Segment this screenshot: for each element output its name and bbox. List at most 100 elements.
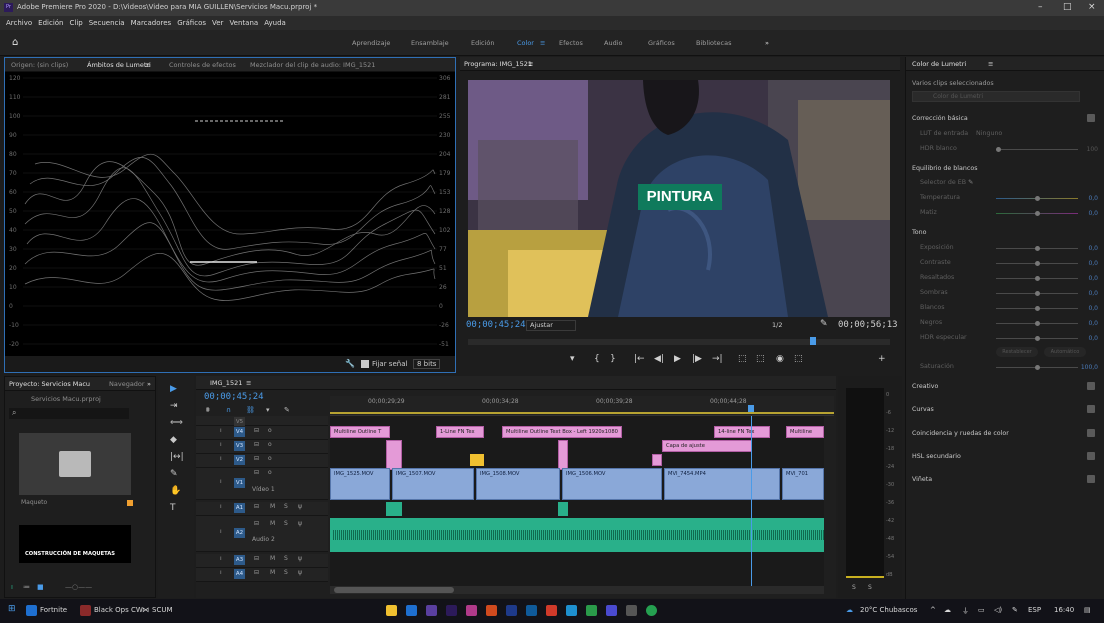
- tone-slider[interactable]: [996, 321, 1078, 326]
- graphic-clip[interactable]: [386, 440, 402, 470]
- saturation-value[interactable]: 100,0: [1081, 364, 1098, 371]
- tab-navegador[interactable]: Navegador: [109, 380, 145, 388]
- icon-view-icon[interactable]: ■: [37, 583, 44, 591]
- mute-button[interactable]: M: [270, 503, 275, 510]
- graphic-clip[interactable]: [470, 454, 484, 466]
- graphic-clip[interactable]: Multiline Outline Text Box - Left 1920x1…: [502, 426, 622, 438]
- video-clip[interactable]: MVI_7454.MP4: [664, 468, 780, 500]
- graphic-clip[interactable]: Multiline Outline T: [330, 426, 390, 438]
- export-frame-button[interactable]: ◉: [776, 354, 784, 364]
- lock-icon[interactable]: ı: [220, 427, 222, 434]
- explorer-icon[interactable]: [386, 605, 397, 616]
- eye-icon[interactable]: o: [268, 427, 272, 434]
- step-forward-button[interactable]: |▶: [692, 354, 702, 364]
- tone-slider-knob[interactable]: [1035, 246, 1040, 251]
- program-current-timecode[interactable]: 00;00;45;24: [466, 320, 526, 330]
- sync-lock-icon[interactable]: ⊟: [254, 455, 259, 462]
- video-clip[interactable]: IMG_1525.MOV: [330, 468, 390, 500]
- indesign-icon[interactable]: [466, 605, 477, 616]
- powerpoint-icon[interactable]: [486, 605, 497, 616]
- curvas-checkbox[interactable]: [1087, 405, 1095, 413]
- tone-value[interactable]: 0,0: [1088, 290, 1098, 297]
- tone-slider-knob[interactable]: [1035, 306, 1040, 311]
- fit-select[interactable]: Ajustar: [526, 320, 576, 331]
- tone-slider[interactable]: [996, 336, 1078, 341]
- work-area-bar[interactable]: [330, 412, 834, 414]
- scum-icon[interactable]: ⋈: [142, 606, 149, 614]
- tone-slider[interactable]: [996, 306, 1078, 311]
- project-search-input[interactable]: ⌕: [9, 408, 129, 419]
- scrollbar-thumb[interactable]: [334, 587, 454, 593]
- tab-source[interactable]: Origen: (sin clips): [11, 61, 68, 69]
- usb-icon[interactable]: ⏚: [962, 606, 969, 616]
- solo-button[interactable]: S: [284, 555, 288, 562]
- tint-slider[interactable]: [996, 211, 1078, 216]
- resolution-select[interactable]: 1/2: [772, 321, 782, 329]
- solo-button[interactable]: S: [284, 520, 288, 527]
- tone-value[interactable]: 0,0: [1088, 320, 1098, 327]
- menu-edicion[interactable]: Edición: [38, 16, 63, 30]
- add-button[interactable]: +: [878, 354, 886, 364]
- lock-icon[interactable]: ı: [220, 441, 222, 448]
- creativo-checkbox[interactable]: [1087, 382, 1095, 390]
- add-marker-icon[interactable]: ▾: [266, 406, 270, 414]
- premiere-taskbar-icon[interactable]: [426, 605, 437, 616]
- fijar-senal-checkbox[interactable]: [361, 360, 369, 368]
- solo-right-button[interactable]: S: [868, 584, 872, 591]
- minimize-button[interactable]: –: [1038, 2, 1043, 12]
- solo-button[interactable]: S: [284, 503, 288, 510]
- bin-name[interactable]: Maqueto: [21, 499, 47, 506]
- fortnite-icon[interactable]: [26, 605, 37, 616]
- pen-icon[interactable]: ✎: [1012, 606, 1018, 614]
- vineta-checkbox[interactable]: [1087, 475, 1095, 483]
- lut-select[interactable]: Ninguno: [976, 130, 1002, 137]
- sync-lock-icon[interactable]: ⊟: [254, 469, 259, 476]
- menu-clip[interactable]: Clip: [70, 16, 83, 30]
- mark-out-button[interactable]: }: [610, 354, 616, 364]
- track-header-a4[interactable]: ı A4 ⊟ M Sψ: [196, 568, 328, 582]
- eye-icon[interactable]: o: [268, 469, 272, 476]
- mic-icon[interactable]: ψ: [298, 520, 302, 527]
- timeline-scrollbar[interactable]: [330, 586, 824, 594]
- weather-text[interactable]: 20°C Chubascos: [860, 606, 917, 614]
- track-header-v1[interactable]: ı V1 ⊟ o Vídeo 1: [196, 468, 328, 500]
- photoshop-icon[interactable]: [526, 605, 537, 616]
- graphic-clip[interactable]: [558, 440, 568, 470]
- hsl-checkbox[interactable]: [1087, 452, 1095, 460]
- compare-button[interactable]: ⬚: [794, 354, 803, 364]
- video-clip[interactable]: IMG_1508.MOV: [476, 468, 560, 500]
- track-header-v3[interactable]: ı V3 ⊟ o: [196, 440, 328, 454]
- sync-lock-icon[interactable]: ⊟: [254, 569, 259, 576]
- menu-marcadores[interactable]: Marcadores: [131, 16, 172, 30]
- tone-value[interactable]: 0,0: [1088, 260, 1098, 267]
- section-vineta[interactable]: Viñeta: [912, 476, 932, 483]
- audio-clip[interactable]: [386, 502, 402, 516]
- selection-tool-icon[interactable]: ▶: [170, 384, 177, 394]
- graphic-clip[interactable]: [652, 454, 662, 466]
- windows-start-icon[interactable]: ⊞: [8, 604, 16, 614]
- ripple-edit-tool-icon[interactable]: ⟺: [170, 418, 183, 428]
- workspace-ensamblaje[interactable]: Ensamblaje: [411, 39, 449, 47]
- hand-tool-icon[interactable]: ✋: [170, 486, 181, 496]
- black-ops-icon[interactable]: [80, 605, 91, 616]
- program-scrub-bar[interactable]: [468, 337, 890, 345]
- tab-lumetri-scopes[interactable]: Ámbitos de Lumetri: [87, 61, 151, 69]
- temperature-slider[interactable]: [996, 196, 1078, 201]
- go-to-in-button[interactable]: |←: [634, 354, 645, 364]
- sequence-tab[interactable]: IMG_1521: [210, 379, 242, 387]
- settings-wrench-icon[interactable]: ✎: [820, 319, 828, 329]
- tone-slider-knob[interactable]: [1035, 261, 1040, 266]
- mute-button[interactable]: M: [270, 520, 275, 527]
- lumetri-menu-icon[interactable]: ≡: [988, 60, 993, 68]
- solo-left-button[interactable]: S: [852, 584, 856, 591]
- zoom-slider[interactable]: —○——: [65, 583, 92, 591]
- tone-slider-knob[interactable]: [1035, 336, 1040, 341]
- auto-button[interactable]: Automático: [1044, 347, 1086, 357]
- playhead-handle[interactable]: [748, 405, 754, 412]
- spotify-icon[interactable]: [586, 605, 597, 616]
- mute-button[interactable]: M: [270, 569, 275, 576]
- track-header-a1[interactable]: ı A1 ⊟ M Sψ: [196, 502, 328, 516]
- tone-value[interactable]: 0,0: [1088, 275, 1098, 282]
- after-effects-icon[interactable]: [446, 605, 457, 616]
- section-white-balance[interactable]: Equilibrio de blancos: [912, 165, 977, 172]
